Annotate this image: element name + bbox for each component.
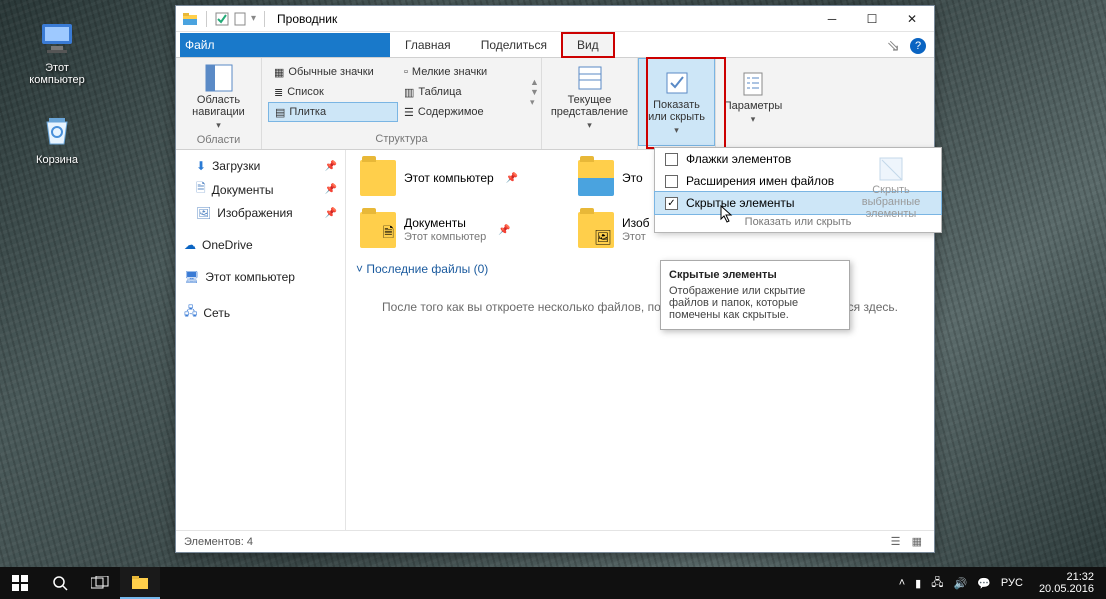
layout-tile[interactable]: ▤Плитка bbox=[268, 102, 398, 122]
documents-icon: 🗎 bbox=[196, 179, 206, 200]
tray-battery-icon[interactable]: ▮ bbox=[915, 577, 921, 590]
view-thumbs-icon[interactable]: ▦ bbox=[908, 536, 926, 548]
nav-pictures[interactable]: 🖼Изображения📌 bbox=[178, 203, 343, 223]
pin-icon: 📌 bbox=[506, 173, 518, 184]
close-button[interactable]: ✕ bbox=[892, 6, 932, 32]
computer-icon bbox=[37, 18, 77, 58]
qat-doc-icon[interactable] bbox=[233, 12, 247, 26]
minimize-ribbon-icon[interactable]: ⇘ bbox=[887, 36, 900, 56]
minimize-button[interactable]: ─ bbox=[812, 6, 852, 32]
tray-up-icon[interactable]: ˄ bbox=[899, 577, 905, 589]
ribbon-group-layout: Структура bbox=[268, 131, 535, 147]
show-hide-button[interactable]: Показать или скрыть bbox=[638, 58, 715, 146]
tab-home[interactable]: Главная bbox=[390, 33, 466, 57]
maximize-button[interactable]: ☐ bbox=[852, 6, 892, 32]
tray-network-icon[interactable]: 🖧 bbox=[931, 574, 943, 593]
pin-icon: 📌 bbox=[325, 184, 337, 195]
taskbar-clock[interactable]: 21:32 20.05.2016 bbox=[1033, 571, 1100, 595]
pictures-icon: 🖼 bbox=[196, 206, 211, 220]
desktop-icon-this-pc[interactable]: Этот компьютер bbox=[22, 18, 92, 86]
layout-small-icons[interactable]: ▫Мелкие значки bbox=[398, 62, 528, 82]
task-view-button[interactable] bbox=[80, 567, 120, 599]
status-item-count: Элементов: 4 bbox=[184, 536, 253, 548]
taskbar-explorer[interactable] bbox=[120, 567, 160, 599]
options-button[interactable]: Параметры bbox=[722, 62, 784, 132]
tray-language[interactable]: РУС bbox=[1001, 577, 1023, 589]
explorer-icon bbox=[182, 11, 198, 27]
title-bar[interactable]: ▾ Проводник ─ ☐ ✕ bbox=[176, 6, 934, 32]
layout-table[interactable]: ▥Таблица bbox=[398, 82, 528, 102]
ribbon-tabs: Файл Главная Поделиться Вид ⇘ ? bbox=[176, 32, 934, 58]
status-bar: Элементов: 4 ☰ ▦ bbox=[176, 530, 934, 552]
search-button[interactable] bbox=[40, 567, 80, 599]
layout-content[interactable]: ☰Содержимое bbox=[398, 102, 528, 122]
layout-medium-icons[interactable]: ▦Обычные значки bbox=[268, 62, 398, 82]
checkbox-icon[interactable] bbox=[665, 175, 678, 188]
nav-network[interactable]: 🖧Сеть bbox=[178, 299, 343, 326]
folder-icon: 🗎 bbox=[360, 212, 396, 248]
nav-this-pc[interactable]: 🖥Этот компьютер bbox=[178, 267, 343, 287]
desktop-icon-recycle-bin[interactable]: Корзина bbox=[22, 110, 92, 166]
tray-notifications-icon[interactable]: 💬 bbox=[977, 577, 991, 590]
view-details-icon[interactable]: ☰ bbox=[887, 536, 905, 548]
ribbon-group-panes: Области bbox=[182, 132, 255, 148]
desktop-icon-label: Этот компьютер bbox=[29, 62, 84, 86]
show-hide-icon bbox=[663, 69, 691, 97]
current-view-button[interactable]: Текущее представление bbox=[548, 62, 631, 132]
current-view-icon bbox=[576, 64, 604, 92]
ribbon: Область навигации Области ▦Обычные значк… bbox=[176, 58, 934, 150]
show-hide-dropdown: Скрыть выбранные элементы Флажки элемент… bbox=[654, 147, 942, 233]
tray-volume-icon[interactable]: 🔊 bbox=[954, 577, 968, 590]
pin-icon: 📌 bbox=[498, 225, 510, 236]
checkbox-icon[interactable]: ✓ bbox=[665, 197, 678, 210]
computer-icon: 🖥 bbox=[184, 270, 199, 284]
folder-item[interactable]: Этот компьютер 📌 bbox=[356, 156, 566, 200]
onedrive-icon: ☁ bbox=[184, 238, 196, 252]
pin-icon: 📌 bbox=[325, 161, 337, 172]
tab-view[interactable]: Вид bbox=[562, 33, 614, 57]
desktop-icon-label: Корзина bbox=[36, 154, 78, 166]
nav-downloads[interactable]: ⬇Загрузки📌 bbox=[178, 156, 343, 176]
nav-onedrive[interactable]: ☁OneDrive bbox=[178, 235, 343, 255]
tooltip-body: Отображение или скрытие файлов и папок, … bbox=[669, 285, 841, 321]
navigation-pane-button[interactable]: Область навигации bbox=[182, 62, 255, 132]
tab-file[interactable]: Файл bbox=[180, 33, 390, 57]
layout-list[interactable]: ≣Список bbox=[268, 82, 398, 102]
layout-scroll-down[interactable]: ▼ bbox=[530, 87, 539, 97]
folder-icon bbox=[360, 160, 396, 196]
tooltip-title: Скрытые элементы bbox=[669, 269, 841, 281]
pin-icon: 📌 bbox=[325, 208, 337, 219]
layout-expand[interactable]: ▾ bbox=[530, 97, 539, 108]
tooltip: Скрытые элементы Отображение или скрытие… bbox=[660, 260, 850, 330]
window-title: Проводник bbox=[277, 12, 337, 26]
network-icon: 🖧 bbox=[184, 302, 197, 323]
qat-checkbox-icon[interactable] bbox=[215, 12, 229, 26]
start-button[interactable] bbox=[0, 567, 40, 599]
recycle-bin-icon bbox=[37, 110, 77, 150]
layout-scroll-up[interactable]: ▲ bbox=[530, 77, 539, 87]
tab-share[interactable]: Поделиться bbox=[466, 33, 562, 57]
folder-icon bbox=[578, 160, 614, 196]
options-icon bbox=[739, 70, 767, 98]
taskbar[interactable]: ˄ ▮ 🖧 🔊 💬 РУС 21:32 20.05.2016 bbox=[0, 567, 1106, 599]
panes-icon bbox=[205, 64, 233, 92]
checkbox-icon[interactable] bbox=[665, 153, 678, 166]
help-icon[interactable]: ? bbox=[910, 38, 926, 54]
qat-dropdown-icon[interactable]: ▾ bbox=[251, 13, 256, 24]
navigation-pane[interactable]: ⬇Загрузки📌 🗎Документы📌 🖼Изображения📌 ☁On… bbox=[176, 150, 346, 530]
folder-item[interactable]: 🗎 ДокументыЭтот компьютер 📌 bbox=[356, 208, 566, 252]
hide-selected-button[interactable]: Скрыть выбранные элементы bbox=[849, 154, 933, 220]
downloads-icon: ⬇ bbox=[196, 159, 206, 173]
folder-icon: 🖼 bbox=[578, 212, 614, 248]
nav-documents[interactable]: 🗎Документы📌 bbox=[178, 176, 343, 203]
